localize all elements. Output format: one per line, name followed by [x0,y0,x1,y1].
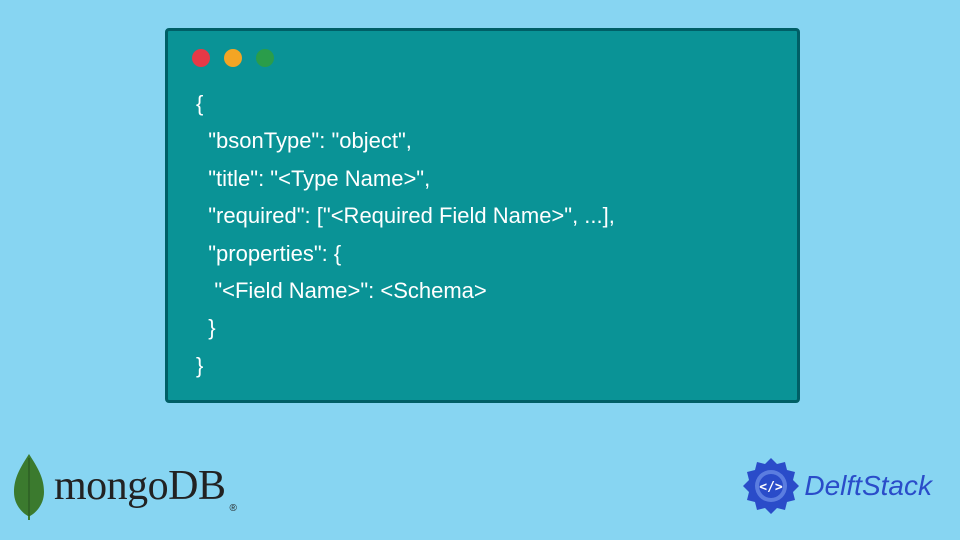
mongodb-text: mongoDB [54,462,226,510]
window-controls [168,31,797,75]
code-line: "required": ["<Required Field Name>", ..… [196,203,615,228]
code-line: { [196,91,203,116]
code-line: "title": "<Type Name>", [196,166,430,191]
code-line: "properties": { [196,241,341,266]
code-window: { "bsonType": "object", "title": "<Type … [165,28,800,403]
delftstack-logo: </> DelftStack [740,455,932,517]
minimize-icon [224,49,242,67]
mongodb-logo: mongoDB ® [10,450,237,522]
code-line: "bsonType": "object", [196,128,412,153]
registered-mark: ® [230,503,237,514]
footer: mongoDB ® </> DelftStack [0,450,960,522]
code-line: } [196,315,216,340]
code-content: { "bsonType": "object", "title": "<Type … [168,75,797,394]
leaf-icon [10,450,48,522]
svg-text:</>: </> [760,480,784,495]
close-icon [192,49,210,67]
gear-icon: </> [740,455,802,517]
code-line: } [196,353,203,378]
code-line: "<Field Name>": <Schema> [196,278,487,303]
delftstack-text: DelftStack [804,470,932,502]
maximize-icon [256,49,274,67]
